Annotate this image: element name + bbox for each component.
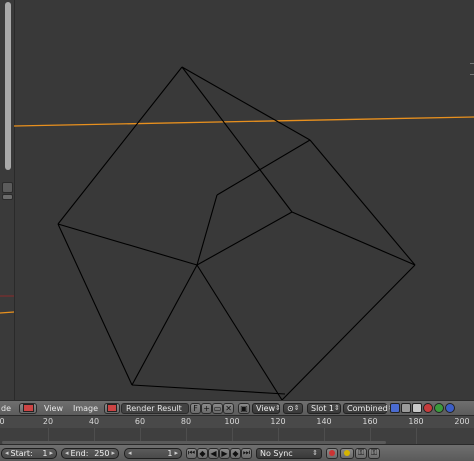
render-pass-label: Combined	[347, 403, 388, 413]
image-icon	[107, 404, 118, 412]
timeline-footer: ◂ Start: 1 ▸ ◂ End: 250 ▸ ◂ 1 ▸ ⏮ ◆ ◀ ▶ …	[0, 444, 474, 461]
image-browse-button[interactable]	[104, 402, 121, 414]
jump-start-icon: ⏮	[187, 448, 196, 457]
pin-image-button[interactable]: ▣	[238, 402, 251, 414]
next-keyframe-icon: ◆	[232, 448, 239, 458]
ruler-label: 20	[42, 417, 54, 426]
current-frame-field[interactable]: ◂ 1 ▸	[124, 447, 182, 459]
pin-icon: ▣	[240, 403, 248, 413]
render-pass-select[interactable]: Combined ⇕	[343, 402, 394, 414]
left-arrow-icon: ◂	[128, 449, 132, 457]
playback-sync-select[interactable]: No Sync ⇕	[256, 447, 322, 459]
ruler-label: 80	[180, 417, 192, 426]
next-keyframe-button[interactable]: ◆	[230, 447, 241, 459]
updown-arrow-icon: ⇕	[293, 404, 300, 412]
horizon-line-left	[0, 311, 15, 314]
menu-view[interactable]: View	[44, 404, 63, 413]
key-icon: ⚿	[357, 448, 365, 457]
right-arrow-icon: ▸	[174, 449, 178, 457]
ruler-label: 40	[88, 417, 100, 426]
updown-arrow-icon: ⇕	[312, 449, 318, 457]
prev-keyframe-button[interactable]: ◆	[197, 447, 208, 459]
delete-keyframe-button[interactable]: ⚿	[368, 447, 380, 459]
plus-icon: +	[203, 403, 210, 413]
right-arrow-icon: ▸	[49, 449, 53, 457]
insert-keyframe-button[interactable]: ⚿	[355, 447, 367, 459]
play-reverse-icon: ◀	[210, 448, 217, 458]
close-icon: ✕	[225, 403, 232, 413]
cube-wireframe-render	[0, 66, 474, 400]
blue-channel-icon[interactable]	[445, 403, 456, 413]
play-reverse-button[interactable]: ◀	[208, 447, 219, 459]
unlink-image-button[interactable]: ✕	[223, 402, 235, 414]
end-frame-value: 250	[94, 448, 110, 458]
end-frame-field[interactable]: ◂ End: 250 ▸	[61, 447, 119, 459]
play-button[interactable]: ▶	[219, 447, 230, 459]
ruler-label: 60	[134, 417, 146, 426]
pivot-select[interactable]: ⊙ ⇕	[283, 402, 304, 414]
rgb-alpha-icon[interactable]	[390, 403, 401, 413]
folder-icon: ▭	[213, 403, 222, 413]
frame-ruler[interactable]: 0 20 40 60 80 100 120 140 160 180 200	[0, 416, 474, 428]
record-button[interactable]	[326, 447, 338, 459]
image-name-field[interactable]: Render Result	[121, 402, 190, 414]
ruler-label: 100	[224, 417, 240, 426]
record-icon	[329, 450, 335, 456]
new-image-button[interactable]: +	[201, 402, 213, 414]
left-arrow-icon: ◂	[5, 449, 9, 457]
jump-end-button[interactable]: ⏭	[241, 447, 252, 459]
ruler-label: 200	[454, 417, 470, 426]
ruler-label: 140	[316, 417, 332, 426]
current-frame-value: 1	[167, 448, 173, 458]
updown-arrow-icon: ⇕	[334, 404, 340, 412]
z-buffer-icon[interactable]	[412, 403, 423, 413]
fake-user-button[interactable]: F	[190, 402, 202, 414]
start-frame-label: Start:	[10, 448, 33, 458]
right-arrow-icon: ▸	[111, 449, 115, 457]
menu-image[interactable]: Image	[73, 404, 98, 413]
playback-sync-label: No Sync	[260, 448, 293, 458]
start-frame-value: 1	[42, 448, 48, 458]
horizon-line-top	[13, 116, 474, 127]
prev-keyframe-icon: ◆	[199, 448, 206, 458]
view-mode-label: View	[256, 403, 276, 413]
ruler-label: 180	[408, 417, 424, 426]
updown-arrow-icon: ⇕	[275, 404, 281, 412]
end-frame-label: End:	[70, 448, 89, 458]
timeline-area[interactable]: 0 20 40 60 80 100 120 140 160 180 200	[0, 415, 474, 444]
play-icon: ▶	[221, 448, 228, 458]
red-channel-icon[interactable]	[423, 403, 434, 413]
cube-edges	[57, 66, 416, 400]
jump-start-button[interactable]: ⏮	[186, 447, 197, 459]
editor-type-button[interactable]	[19, 402, 37, 414]
grid-line	[416, 428, 417, 444]
image-editor-icon	[22, 404, 34, 412]
ruler-label: 160	[362, 417, 378, 426]
ruler-label: 120	[270, 417, 286, 426]
alpha-channel-icon[interactable]	[401, 403, 412, 413]
jump-end-icon: ⏭	[242, 448, 251, 457]
render-slot-select[interactable]: Slot 1 ⇕	[307, 402, 342, 414]
green-channel-icon[interactable]	[434, 403, 445, 413]
keying-set-button[interactable]	[340, 447, 354, 459]
ruler-label: 0	[0, 417, 5, 426]
editor-mode-label[interactable]: de	[1, 404, 17, 413]
open-image-button[interactable]: ▭	[212, 402, 224, 414]
key-delete-icon: ⚿	[370, 448, 378, 457]
image-editor-header: de View Image Render Result F + ▭ ✕ ▣ Vi…	[0, 400, 474, 415]
start-frame-field[interactable]: ◂ Start: 1 ▸	[1, 447, 57, 459]
keying-icon	[344, 450, 350, 456]
pivot-icon: ⊙	[287, 403, 294, 413]
view-mode-select[interactable]: View ⇕	[252, 402, 281, 414]
render-slot-label: Slot 1	[311, 403, 335, 413]
left-arrow-icon: ◂	[65, 449, 69, 457]
